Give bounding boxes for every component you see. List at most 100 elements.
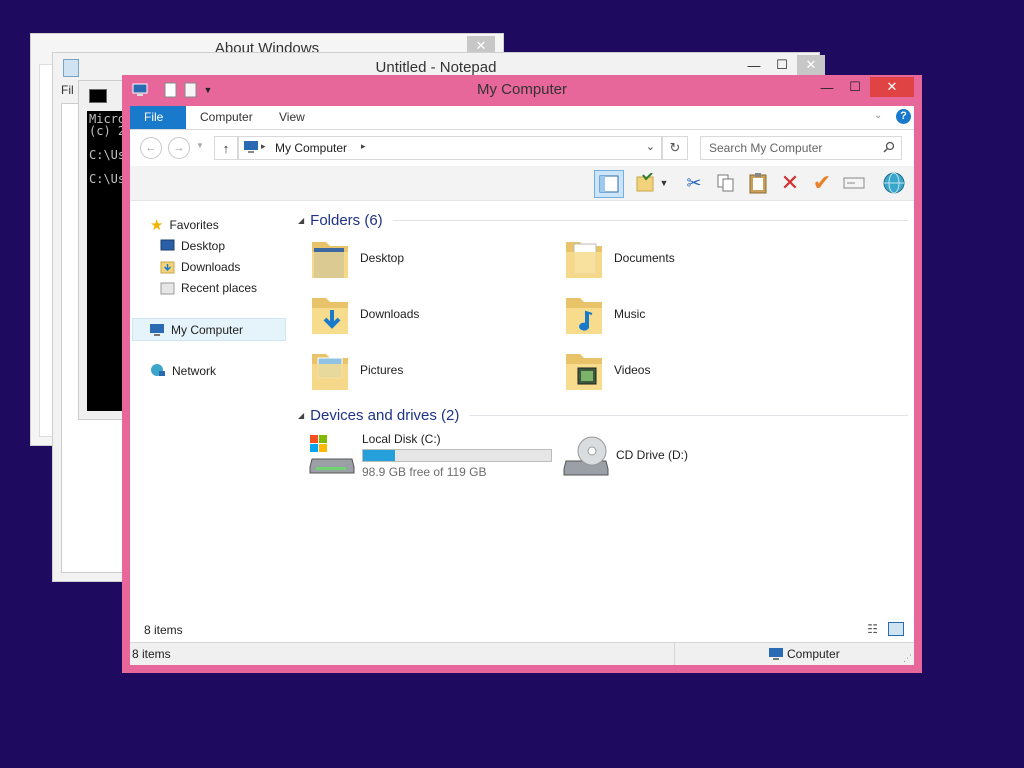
status-divider: [674, 643, 675, 665]
recent-locations-icon[interactable]: ▼: [196, 141, 204, 150]
cmd-icon: [89, 89, 107, 103]
explorer-client: File Computer View ⌄ ? ← → ▼ ↑ ▸ My Comp…: [130, 106, 914, 665]
notepad-maximize-button[interactable]: ☐: [769, 55, 795, 75]
collapse-icon[interactable]: ◢: [298, 216, 304, 225]
refresh-button[interactable]: ↻: [662, 136, 688, 160]
drive-c-label: Local Disk (C:): [362, 431, 441, 446]
rename-button[interactable]: ✔: [810, 170, 834, 195]
status-item-count: 8 items: [132, 647, 171, 661]
folder-options-dropdown-icon[interactable]: ▼: [658, 171, 670, 195]
computer-icon: [244, 141, 258, 153]
documents-folder-icon: [566, 242, 602, 278]
notepad-minimize-button[interactable]: —: [741, 55, 767, 75]
drive-c-usage-bar: [362, 448, 552, 462]
tab-file[interactable]: File: [130, 106, 186, 129]
resize-grip-icon[interactable]: ⋰: [903, 653, 912, 664]
local-disk-icon: [309, 435, 355, 474]
search-input[interactable]: Search My Computer: [700, 136, 902, 160]
explorer-minimize-button[interactable]: —: [814, 77, 840, 97]
star-icon: ★: [150, 216, 164, 234]
breadcrumb-location[interactable]: My Computer: [275, 141, 347, 155]
details-view-icon[interactable]: ☷: [867, 622, 878, 636]
explorer-title: My Computer: [476, 81, 568, 98]
cmd-line-3: C:\Us: [89, 148, 126, 162]
computer-icon: [150, 323, 164, 336]
explorer-close-button[interactable]: ✕: [870, 77, 914, 97]
desktop-folder-icon: [312, 242, 348, 278]
notepad-title: Untitled - Notepad: [375, 59, 497, 76]
group-divider: [392, 219, 908, 221]
scissors-icon: ✂: [686, 172, 702, 193]
help-icon[interactable]: ?: [896, 109, 911, 124]
large-icons-view-icon[interactable]: [888, 622, 904, 636]
downloads-folder-icon: [160, 261, 175, 273]
folder-desktop[interactable]: Desktop: [308, 232, 404, 284]
cmd-line-4: C:\Us: [89, 172, 126, 186]
folder-downloads[interactable]: Downloads: [308, 288, 419, 340]
group-folders-header[interactable]: ◢ Folders (6): [298, 210, 908, 230]
nav-network-label: Network: [172, 363, 217, 378]
nav-my-computer[interactable]: My Computer: [132, 318, 286, 341]
up-button[interactable]: ↑: [214, 136, 238, 160]
globe-icon: [883, 172, 905, 194]
computer-icon: [769, 648, 783, 660]
copy-button[interactable]: [714, 171, 738, 195]
nav-network[interactable]: Network: [150, 360, 216, 381]
notepad-close-button[interactable]: ✕: [797, 55, 825, 75]
folder-pictures[interactable]: Pictures: [308, 344, 403, 396]
preview-pane-button[interactable]: [594, 170, 624, 198]
folder-options-button[interactable]: [634, 171, 658, 195]
drive-c-free-space: 98.9 GB free of 119 GB: [362, 464, 487, 479]
status-zone: Computer: [787, 647, 840, 661]
nav-recent-places-label: Recent places: [181, 280, 258, 295]
address-dropdown-icon[interactable]: ⌄: [646, 140, 655, 153]
folder-videos[interactable]: Videos: [562, 344, 650, 396]
folder-music[interactable]: Music: [562, 288, 645, 340]
collapse-icon[interactable]: ◢: [298, 411, 304, 420]
drive-d-label: CD Drive (D:): [616, 448, 688, 462]
notepad-menu-file[interactable]: Fil: [61, 83, 74, 97]
folder-pictures-label: Pictures: [360, 363, 404, 377]
ribbon-expand-icon[interactable]: ⌄: [874, 110, 882, 121]
cut-button[interactable]: ✂: [682, 171, 706, 195]
group-devices-label: Devices and drives (2): [310, 406, 460, 424]
back-button[interactable]: ←: [140, 137, 162, 159]
group-folders-label: Folders (6): [310, 211, 383, 229]
address-input[interactable]: ▸ My Computer ▸ ⌄: [238, 136, 662, 160]
nav-desktop-label: Desktop: [181, 238, 226, 253]
folder-desktop-label: Desktop: [360, 251, 405, 265]
drive-c[interactable]: Local Disk (C:) 98.9 GB free of 119 GB: [308, 428, 552, 482]
explorer-window[interactable]: ▼ My Computer — ☐ ✕ File Computer View ⌄…: [122, 75, 922, 673]
delete-button[interactable]: ✕: [778, 170, 802, 195]
nav-recent-places[interactable]: Recent places: [160, 277, 257, 298]
folder-downloads-label: Downloads: [360, 307, 420, 321]
paste-button[interactable]: [746, 171, 770, 195]
tab-view[interactable]: View: [265, 106, 319, 129]
cmd-line-2: (c) 2: [89, 124, 126, 138]
folder-documents[interactable]: Documents: [562, 232, 675, 284]
nav-downloads[interactable]: Downloads: [160, 256, 240, 277]
nav-favorites[interactable]: ★ Favorites: [150, 214, 219, 235]
drive-icon: [843, 177, 865, 189]
breadcrumb-chevron-icon[interactable]: ▸: [361, 141, 366, 152]
explorer-maximize-button[interactable]: ☐: [842, 77, 868, 97]
drive-d[interactable]: CD Drive (D:): [562, 430, 688, 480]
folder-music-label: Music: [614, 307, 646, 321]
desktop-icon: [160, 239, 175, 251]
folder-check-icon: [636, 173, 654, 192]
command-toolbar: ▼ ✂ ✕ ✔: [130, 166, 914, 201]
clipboard-icon: [749, 173, 767, 194]
map-drive-button[interactable]: [842, 171, 866, 195]
checkmark-icon: ✔: [812, 170, 832, 195]
folder-documents-label: Documents: [614, 251, 675, 265]
forward-button[interactable]: →: [168, 137, 190, 159]
network-globe-button[interactable]: [882, 171, 906, 195]
nav-my-computer-label: My Computer: [171, 322, 244, 337]
nav-desktop[interactable]: Desktop: [160, 235, 225, 256]
tab-computer[interactable]: Computer: [186, 106, 267, 129]
search-icon[interactable]: [883, 141, 895, 153]
group-devices-header[interactable]: ◢ Devices and drives (2): [298, 405, 908, 425]
copy-icon: [717, 174, 734, 192]
music-folder-icon: [566, 298, 602, 334]
delete-x-icon: ✕: [780, 170, 800, 195]
